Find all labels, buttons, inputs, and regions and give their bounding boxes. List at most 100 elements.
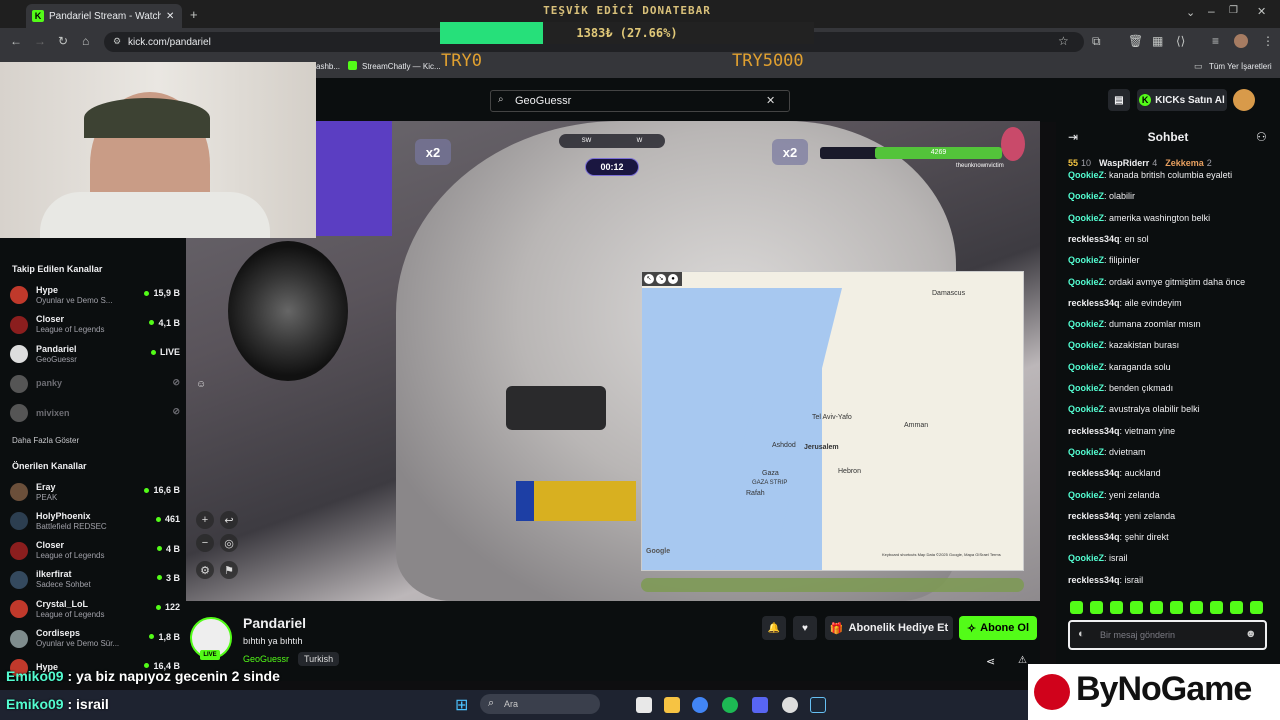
sidebar-channel[interactable]: Closer League of Legends 4 B [10, 538, 180, 564]
zoom-out-icon[interactable]: − [196, 534, 214, 552]
grid-icon[interactable]: ▦ [1152, 34, 1163, 48]
site-info-icon[interactable]: ⚙ [113, 36, 121, 47]
chat-username[interactable]: QookieZ [1068, 213, 1104, 223]
chat-username[interactable]: QookieZ [1068, 447, 1104, 457]
stream-tag[interactable]: Turkish [298, 652, 340, 666]
back-icon[interactable]: ← [10, 34, 22, 48]
subscribe-button[interactable]: ✧ Abone Ol [959, 616, 1037, 640]
sidebar-channel[interactable]: Hype Oyunlar ve Demo S... 15,9 B [10, 282, 180, 308]
map-expand-icon[interactable]: ↖ [644, 274, 654, 284]
guess-button[interactable] [641, 578, 1024, 592]
bookmark-star-icon[interactable]: ☆ [1058, 34, 1069, 48]
discord-icon[interactable] [752, 697, 768, 713]
trash-icon[interactable]: 🗑 [1128, 34, 1143, 48]
chat-username[interactable]: QookieZ [1068, 340, 1104, 350]
sidebar-channel[interactable]: Pandariel GeoGuessr LIVE [10, 341, 180, 367]
emote-icon[interactable] [1130, 601, 1143, 614]
reload-icon[interactable]: ↻ [58, 34, 68, 48]
spotify-icon[interactable] [722, 697, 738, 713]
chat-username[interactable]: QookieZ [1068, 319, 1104, 329]
chat-username[interactable]: reckless34q [1068, 468, 1120, 478]
browser-tab[interactable]: K Pandariel Stream - Watch L ✕ [26, 4, 182, 28]
sidebar-channel[interactable]: panky ⊘ [10, 371, 180, 397]
chat-username[interactable]: QookieZ [1068, 362, 1104, 372]
steam-icon[interactable] [810, 697, 826, 713]
emote-icon[interactable] [1150, 601, 1163, 614]
sidebar-channel[interactable]: ilkerfirat Sadece Sohbet 3 B [10, 567, 180, 593]
share-icon[interactable]: ⋖ [986, 655, 995, 668]
chat-username[interactable]: QookieZ [1068, 277, 1104, 287]
chat-username[interactable]: reckless34q [1068, 426, 1120, 436]
gift-sub-button[interactable]: 🎁 Abonelik Hediye Et [825, 616, 953, 640]
sidebar-channel[interactable]: Cordiseps Oyunlar ve Demo Sür... 1,8 B [10, 626, 180, 652]
stream-category[interactable]: GeoGuessr [243, 654, 289, 664]
chat-username[interactable]: QookieZ [1068, 170, 1104, 180]
follow-button[interactable]: ♥ [793, 616, 817, 640]
zoom-in-icon[interactable]: + [196, 511, 214, 529]
buy-kicks-button[interactable]: K KICKs Satın Al [1137, 89, 1227, 111]
chat-username[interactable]: reckless34q [1068, 532, 1120, 542]
map-pin-icon[interactable]: ● [668, 274, 678, 284]
undo-icon[interactable]: ↩ [220, 511, 238, 529]
bookmark-1[interactable]: ashb... [316, 62, 340, 71]
top-gifter[interactable]: 55 10 [1068, 158, 1091, 168]
minimize-icon[interactable]: – [1208, 4, 1215, 18]
chat-username[interactable]: QookieZ [1068, 255, 1104, 265]
task-view-icon[interactable] [636, 697, 652, 713]
flag-icon[interactable]: ⚑ [220, 561, 238, 579]
clear-search-icon[interactable]: ✕ [766, 94, 775, 107]
chat-username[interactable]: QookieZ [1068, 404, 1104, 414]
streamer-name[interactable]: Pandariel [243, 615, 306, 631]
chat-username[interactable]: reckless34q [1068, 298, 1120, 308]
emoji-icon[interactable]: ☺ [196, 379, 206, 390]
chat-input[interactable]: Bir mesaj gönderin [1068, 620, 1267, 650]
settings-icon[interactable]: ⚙ [196, 561, 214, 579]
tab-search-icon[interactable]: ⌄ [1186, 6, 1195, 19]
notify-button[interactable]: 🔔 [762, 616, 786, 640]
top-gifter[interactable]: Zekkema 2 [1165, 158, 1212, 168]
close-window-icon[interactable]: ✕ [1257, 5, 1266, 18]
taskbar-search[interactable]: Ara [480, 694, 600, 714]
emote-icon[interactable] [1230, 601, 1243, 614]
emote-icon[interactable] [1110, 601, 1123, 614]
chrome-icon[interactable] [692, 697, 708, 713]
search-input[interactable]: GeoGuessr [490, 90, 790, 112]
profile-avatar[interactable] [1234, 34, 1248, 48]
guess-map[interactable]: ↖ ↘ ● Damascus Tel Aviv-Yafo Amman Ashdo… [641, 271, 1024, 571]
report-icon[interactable]: ⚠ [1018, 655, 1027, 666]
maximize-icon[interactable]: ❐ [1229, 5, 1238, 16]
sidebar-channel[interactable]: mivixen ⊘ [10, 400, 180, 426]
map-shrink-icon[interactable]: ↘ [656, 274, 666, 284]
emote-icon[interactable] [1190, 601, 1203, 614]
home-icon[interactable]: ⌂ [82, 34, 89, 48]
user-avatar[interactable] [1233, 89, 1255, 111]
menu-list-icon[interactable]: ≡ [1212, 34, 1219, 48]
emote-icon[interactable] [1170, 601, 1183, 614]
sidebar-channel[interactable]: Eray PEAK 16,6 B [10, 479, 180, 505]
emote-icon[interactable] [1250, 601, 1263, 614]
chat-username[interactable]: QookieZ [1068, 490, 1104, 500]
chat-username[interactable]: QookieZ [1068, 383, 1104, 393]
chat-users-icon[interactable]: ⚇ [1256, 130, 1267, 144]
library-button[interactable]: ▤ [1108, 89, 1130, 111]
return-start-icon[interactable]: ◎ [220, 534, 238, 552]
sidebar-channel[interactable]: Crystal_LoL League of Legends 122 [10, 596, 180, 622]
file-explorer-icon[interactable] [664, 697, 680, 713]
chat-username[interactable]: QookieZ [1068, 191, 1104, 201]
new-tab-icon[interactable]: + [190, 7, 198, 22]
code-icon[interactable]: ⟨⟩ [1176, 34, 1185, 48]
chat-username[interactable]: reckless34q [1068, 575, 1120, 585]
emote-icon[interactable] [1070, 601, 1083, 614]
more-vert-icon[interactable]: ⋮ [1262, 34, 1274, 48]
tab-close-icon[interactable]: ✕ [166, 11, 174, 22]
chat-username[interactable]: reckless34q [1068, 511, 1120, 521]
emoji-picker-icon[interactable]: ☻ [1245, 628, 1257, 640]
extensions-icon[interactable]: ⧉ [1092, 34, 1101, 49]
sidebar-channel[interactable]: HolyPhoenix Battlefield REDSEC 461 [10, 508, 180, 534]
mention-icon[interactable]: ◐ [1078, 628, 1085, 640]
windows-start-icon[interactable]: ⊞ [455, 695, 468, 715]
top-gifter[interactable]: WaspRiderr 4 [1099, 158, 1157, 168]
all-bookmarks[interactable]: Tüm Yer İşaretleri [1209, 62, 1272, 71]
bookmark-2[interactable]: StreamChatly — Kic... [362, 62, 441, 71]
sidebar-channel[interactable]: Closer League of Legends 4,1 B [10, 312, 180, 338]
